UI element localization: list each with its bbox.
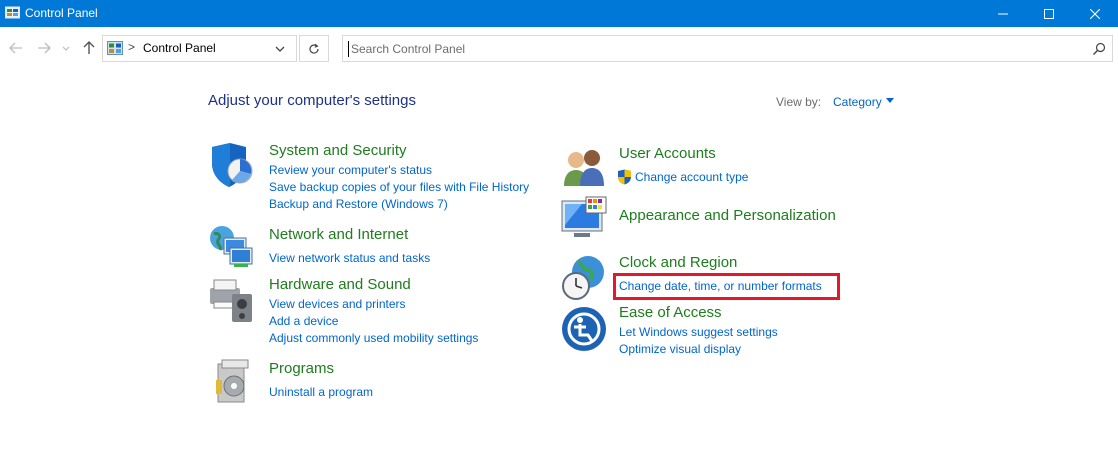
category-title-user-accounts[interactable]: User Accounts — [619, 145, 716, 162]
highlight-box — [613, 273, 840, 300]
recent-locations-button[interactable] — [60, 41, 72, 57]
up-arrow-icon — [83, 41, 95, 54]
category-title-ease-of-access[interactable]: Ease of Access — [619, 304, 722, 321]
link-network-status[interactable]: View network status and tasks — [269, 251, 430, 265]
back-arrow-icon — [9, 42, 22, 54]
maximize-button[interactable] — [1026, 0, 1072, 27]
appearance-icon — [561, 196, 607, 237]
hardware-sound-icon — [210, 279, 252, 322]
control-panel-app-icon — [5, 6, 20, 19]
network-icon — [210, 226, 253, 267]
up-button[interactable] — [81, 40, 97, 56]
address-bar[interactable]: > Control Panel — [102, 35, 297, 62]
category-title-clock-region[interactable]: Clock and Region — [619, 254, 737, 271]
user-accounts-icon — [564, 150, 604, 186]
programs-icon — [216, 359, 249, 403]
clock-region-icon — [562, 256, 604, 300]
control-panel-window: Control Panel > Control Panel Search Con… — [0, 0, 1118, 473]
system-security-icon — [212, 143, 253, 187]
category-title-hardware-sound[interactable]: Hardware and Sound — [269, 276, 411, 293]
title-bar: Control Panel — [0, 0, 1118, 27]
breadcrumb-separator: > — [128, 40, 136, 54]
chevron-down-icon — [62, 46, 70, 51]
view-by-dropdown[interactable]: Category — [833, 95, 882, 109]
category-title-system-security[interactable]: System and Security — [269, 142, 407, 159]
search-box[interactable] — [342, 35, 1113, 62]
page-heading: Adjust your computer's settings — [208, 92, 416, 109]
address-dropdown-icon[interactable] — [274, 43, 286, 55]
category-title-network-internet[interactable]: Network and Internet — [269, 226, 408, 243]
view-by-label: View by: — [776, 95, 822, 109]
link-review-status[interactable]: Review your computer's status — [269, 163, 432, 177]
category-title-appearance[interactable]: Appearance and Personalization — [619, 207, 836, 224]
minimize-icon — [998, 13, 1008, 14]
breadcrumb-location[interactable]: Control Panel — [143, 41, 216, 55]
close-button[interactable] — [1072, 0, 1118, 27]
maximize-icon — [1044, 8, 1054, 19]
close-icon — [1090, 8, 1100, 19]
link-change-account-type[interactable]: Change account type — [635, 170, 748, 184]
control-panel-small-icon — [107, 41, 123, 55]
category-title-programs[interactable]: Programs — [269, 360, 334, 377]
refresh-button[interactable] — [299, 35, 329, 62]
refresh-icon — [309, 43, 319, 54]
back-button[interactable] — [8, 40, 24, 56]
link-devices-printers[interactable]: View devices and printers — [269, 297, 406, 311]
link-mobility-settings[interactable]: Adjust commonly used mobility settings — [269, 331, 478, 345]
search-input[interactable] — [351, 40, 1071, 58]
link-backup-restore[interactable]: Backup and Restore (Windows 7) — [269, 197, 448, 211]
uac-shield-icon — [618, 169, 631, 185]
minimize-button[interactable] — [980, 0, 1026, 27]
link-file-history[interactable]: Save backup copies of your files with Fi… — [269, 180, 529, 194]
ease-of-access-icon — [562, 307, 606, 351]
window-title: Control Panel — [25, 6, 98, 20]
forward-button[interactable] — [36, 40, 52, 56]
link-optimize-display[interactable]: Optimize visual display — [619, 342, 741, 356]
search-icon[interactable] — [1092, 42, 1106, 56]
caret-down-icon[interactable] — [886, 98, 894, 104]
link-add-device[interactable]: Add a device — [269, 314, 338, 328]
text-cursor — [348, 41, 349, 57]
forward-arrow-icon — [38, 42, 51, 54]
link-uninstall-program[interactable]: Uninstall a program — [269, 385, 373, 399]
link-suggest-settings[interactable]: Let Windows suggest settings — [619, 325, 778, 339]
